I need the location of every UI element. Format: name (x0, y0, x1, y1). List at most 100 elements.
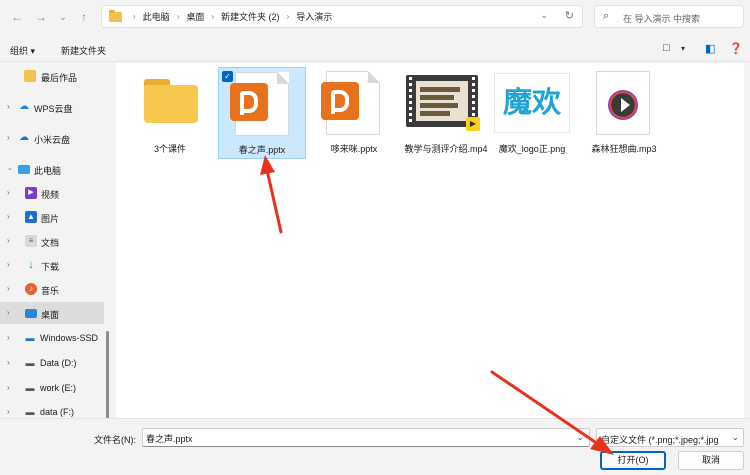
breadcrumb: › 此电脑 › 桌面 › 新建文件夹 (2) › 导入演示 (133, 10, 333, 23)
chevron-right-icon[interactable]: › (7, 260, 10, 269)
cloud-icon: ☁ (19, 132, 29, 143)
logo-text: 魔欢 (502, 85, 561, 119)
search-placeholder: 在 导入演示 中搜索 (623, 14, 701, 24)
sidebar-item-videos[interactable]: › ▶ 视频 (0, 182, 104, 204)
chevron-right-icon[interactable]: › (7, 308, 10, 317)
sidebar-item-label: WPS云盘 (34, 104, 73, 114)
sidebar-item-label: 小米云盘 (34, 135, 71, 145)
sidebar-item-wps-cloud[interactable]: › ☁ WPS云盘 (0, 96, 104, 118)
breadcrumb-item[interactable]: 此电脑 (143, 10, 170, 23)
file-name: 教学与测评介绍.mp4 (404, 144, 488, 154)
sidebar-item-label: 桌面 (41, 310, 60, 320)
chevron-right-icon[interactable]: › (7, 358, 10, 367)
file-type-value: 自定义文件 (*.png;*.jpeg;*.jpg (601, 435, 719, 445)
desktop-icon (25, 309, 37, 318)
media-badge-icon: ▶ (466, 117, 480, 131)
sidebar-item-pictures[interactable]: › ▲ 图片 (0, 206, 104, 228)
help-icon[interactable]: ❓ (729, 42, 743, 55)
video-thumbnail: ▶ (406, 75, 480, 131)
sidebar-item-label: 最后作品 (41, 73, 78, 83)
file-item[interactable]: 森林狂想曲.mp3 (576, 67, 672, 159)
file-name: 哆来咪.pptx (330, 144, 378, 154)
sidebar-item-drive-d[interactable]: › ▬ Data (D:) (0, 352, 104, 374)
sidebar-item-label: Windows-SSD (40, 333, 99, 343)
sidebar-item-mi-cloud[interactable]: › ☁ 小米云盘 (0, 127, 104, 149)
sidebar-item-label: data (F:) (40, 407, 75, 417)
content-scrollbar[interactable] (746, 63, 750, 418)
sidebar-item-last-works[interactable]: 最后作品 (0, 65, 104, 87)
drive-icon: ▬ (25, 407, 35, 417)
play-icon (621, 98, 630, 112)
audio-file-icon (596, 71, 650, 135)
picture-icon: ▲ (25, 211, 37, 223)
sidebar-item-label: 图片 (41, 214, 60, 224)
breadcrumb-item[interactable]: 导入演示 (296, 10, 332, 23)
sidebar-item-label: 下载 (41, 262, 60, 272)
file-item[interactable]: 魔欢 魔欢_logo正.png (488, 67, 576, 159)
sidebar-item-downloads[interactable]: › ↓ 下载 (0, 254, 104, 276)
folder-icon (144, 79, 198, 123)
up-icon[interactable]: ↑ (76, 9, 92, 25)
sidebar-item-drive-e[interactable]: › ▬ work (E:) (0, 377, 104, 399)
document-icon: ≡ (25, 235, 37, 247)
breadcrumb-item[interactable]: 新建文件夹 (2) (221, 10, 280, 23)
sidebar-item-windows-ssd[interactable]: › ▬ Windows-SSD (0, 327, 104, 349)
search-box[interactable]: ⌕ 在 导入演示 中搜索 (594, 5, 744, 28)
checkbox-icon[interactable]: ✓ (222, 71, 233, 82)
preview-pane-icon[interactable]: ◧ (705, 42, 715, 55)
address-bar[interactable]: › 此电脑 › 桌面 › 新建文件夹 (2) › 导入演示 ⌄ ↻ (101, 5, 583, 28)
chevron-right-icon[interactable]: › (7, 333, 10, 342)
sidebar-item-music[interactable]: › ♪ 音乐 (0, 278, 104, 300)
chevron-right-icon[interactable]: › (7, 188, 10, 197)
filename-label: 文件名(N): (94, 435, 136, 445)
file-list: 3个课件 ✓ 春之声.pptx 哆来咪.pptx ▶ 教学与测评介绍.mp4 魔… (116, 63, 744, 418)
chevron-down-icon[interactable]: ⌄ (7, 164, 13, 172)
refresh-icon[interactable]: ↻ (565, 9, 574, 22)
view-icon[interactable]: □ (663, 42, 670, 54)
sidebar-item-documents[interactable]: › ≡ 文档 (0, 230, 104, 252)
filename-input[interactable] (146, 431, 566, 445)
file-item[interactable]: 哆来咪.pptx (310, 67, 398, 159)
chevron-right-icon[interactable]: › (7, 133, 10, 142)
back-icon[interactable]: ← (9, 9, 25, 25)
forward-icon[interactable]: → (33, 9, 49, 25)
sidebar-item-label: work (E:) (40, 383, 76, 393)
chevron-right-icon[interactable]: › (7, 212, 10, 221)
sidebar-item-label: 此电脑 (34, 166, 62, 176)
chevron-down-icon[interactable]: ⌄ (576, 432, 584, 443)
pptx-file-icon (321, 71, 380, 135)
new-folder-button[interactable]: 新建文件夹 (61, 44, 106, 57)
filename-combobox[interactable]: ⌄ (142, 428, 590, 447)
chevron-right-icon[interactable]: › (7, 284, 10, 293)
chevron-right-icon[interactable]: › (7, 102, 10, 111)
chevron-down-icon[interactable]: ⌄ (540, 10, 548, 21)
chevron-down-icon[interactable]: ▾ (681, 44, 685, 53)
sidebar-item-label: 视频 (41, 190, 60, 200)
pc-icon (18, 165, 30, 174)
folder-icon (24, 70, 36, 82)
sidebar-item-this-pc[interactable]: ⌄ 此电脑 (0, 158, 104, 180)
chevron-down-icon[interactable]: ⌄ (729, 432, 739, 443)
drive-icon: ▬ (25, 358, 35, 368)
command-bar: 组织 ▾ 新建文件夹 □ ▾ ◧ ❓ (0, 36, 750, 62)
open-button[interactable]: 打开(O) (600, 451, 666, 470)
cancel-button[interactable]: 取消 (678, 451, 744, 470)
search-icon: ⌕ (603, 10, 610, 22)
folder-icon (109, 10, 122, 22)
file-dialog-footer: 文件名(N): ⌄ 自定义文件 (*.png;*.jpeg;*.jpg ⌄ 打开… (0, 418, 750, 475)
recent-chevron-icon[interactable]: ⌄ (55, 9, 71, 25)
sidebar-item-desktop[interactable]: › 桌面 (0, 302, 104, 324)
powerpoint-icon (230, 83, 268, 121)
breadcrumb-item[interactable]: 桌面 (186, 10, 204, 23)
pptx-file-icon (230, 72, 289, 136)
chevron-right-icon[interactable]: › (7, 383, 10, 392)
download-icon: ↓ (28, 259, 34, 271)
organize-button[interactable]: 组织 ▾ (10, 44, 35, 57)
chevron-right-icon[interactable]: › (7, 236, 10, 245)
chevron-right-icon[interactable]: › (7, 407, 10, 416)
file-item[interactable]: ▶ 教学与测评介绍.mp4 (398, 67, 494, 159)
file-item[interactable]: 3个课件 (126, 67, 214, 159)
sidebar-item-label: 音乐 (41, 286, 60, 296)
file-type-filter[interactable]: 自定义文件 (*.png;*.jpeg;*.jpg ⌄ (596, 428, 744, 447)
file-item-selected[interactable]: ✓ 春之声.pptx (218, 67, 306, 159)
